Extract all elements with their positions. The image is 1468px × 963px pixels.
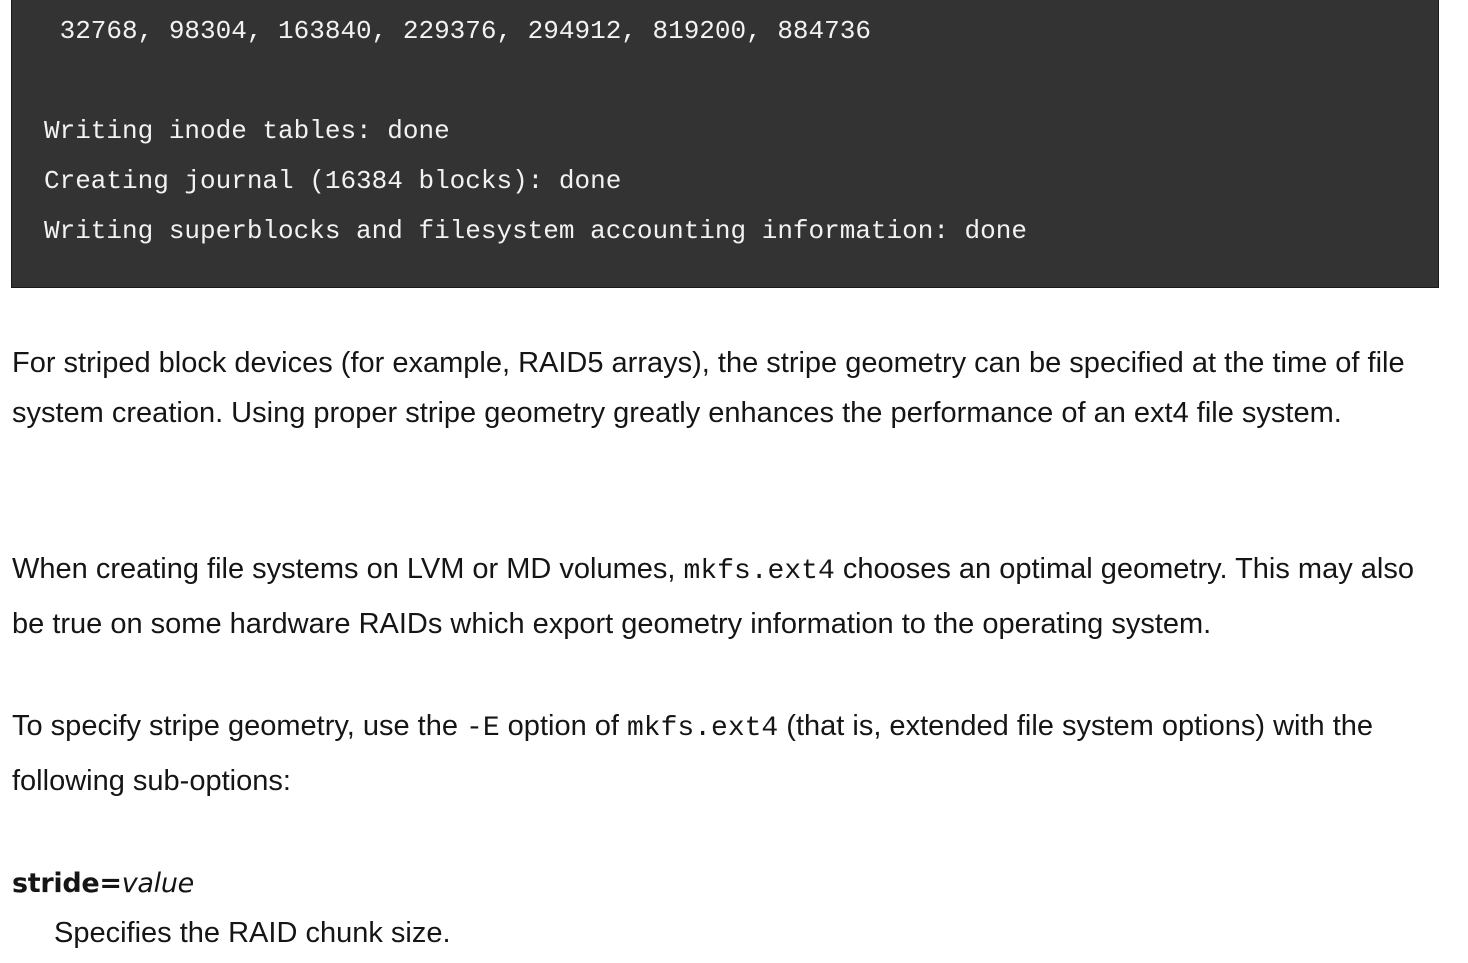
code-line: 32768, 98304, 163840, 229376, 294912, 81…	[44, 16, 871, 46]
paragraph-stripe-geometry: For striped block devices (for example, …	[12, 347, 1405, 429]
command-mkfs-ext4: mkfs.ext4	[627, 713, 779, 744]
code-line: Writing superblocks and filesystem accou…	[44, 216, 1027, 246]
command-mkfs-ext4: mkfs.ext4	[683, 556, 835, 587]
code-line: Creating journal (16384 blocks): done	[44, 166, 622, 196]
code-line: Writing inode tables: done	[44, 116, 450, 146]
paragraph-specify-stripe: To specify stripe geometry, use the -E o…	[12, 700, 1452, 807]
code-block: 32768, 98304, 163840, 229376, 294912, 81…	[11, 0, 1439, 288]
paragraph-lvm-md: When creating file systems on LVM or MD …	[12, 543, 1452, 650]
paragraph-text: When creating file systems on LVM or MD …	[12, 553, 684, 585]
term-name: stride=	[12, 868, 122, 899]
option-E: -E	[466, 713, 500, 744]
paragraph-text: option of	[499, 710, 627, 742]
term-value: value	[121, 868, 195, 899]
definition-term-stride: stride=value	[12, 864, 194, 904]
definition-description: Specifies the RAID chunk size.	[54, 917, 451, 949]
paragraph-text: To specify stripe geometry, use the	[12, 710, 467, 742]
